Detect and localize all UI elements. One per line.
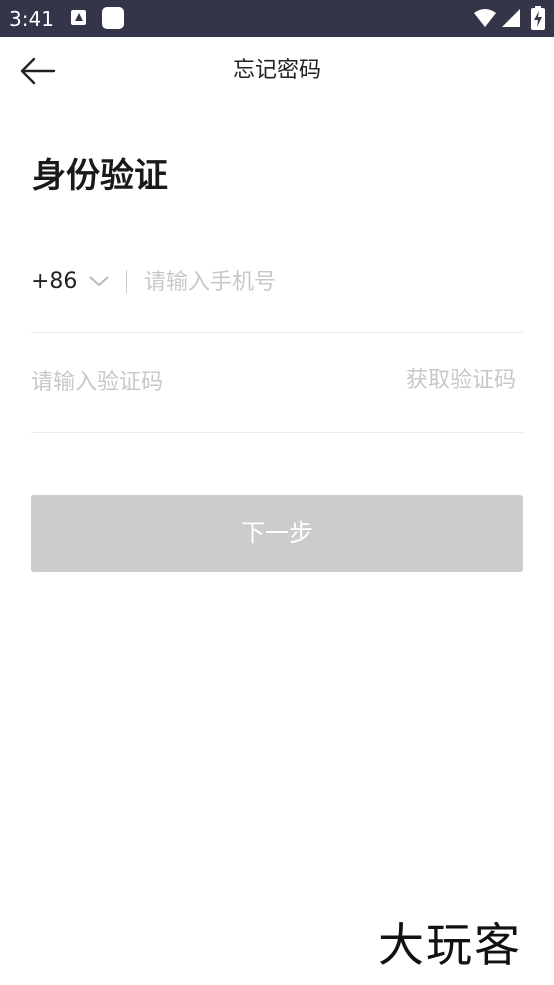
get-code-button[interactable]: 获取验证码 (406, 366, 516, 396)
status-time: 3:41 (9, 7, 54, 31)
signal-icon (502, 9, 520, 27)
next-button[interactable]: 下一步 (31, 495, 523, 572)
battery-icon (531, 6, 545, 30)
title-bar: 忘记密码 (0, 37, 554, 105)
country-code[interactable]: +86 (31, 267, 77, 297)
chevron-down-icon[interactable] (88, 274, 110, 288)
app-a-icon (71, 10, 86, 25)
phone-row: +86 (31, 232, 523, 333)
section-heading: 身份验证 (32, 156, 168, 196)
watermark-logo: 大玩客 (378, 918, 522, 972)
code-row: 获取验证码 (31, 332, 523, 433)
phone-input[interactable] (144, 265, 514, 299)
app-square-icon (102, 7, 124, 29)
verification-code-input[interactable] (31, 365, 351, 399)
status-bar: 3:41 (0, 0, 554, 37)
wifi-icon (474, 9, 496, 27)
page-title: 忘记密码 (232, 58, 321, 83)
vertical-divider (126, 270, 127, 294)
